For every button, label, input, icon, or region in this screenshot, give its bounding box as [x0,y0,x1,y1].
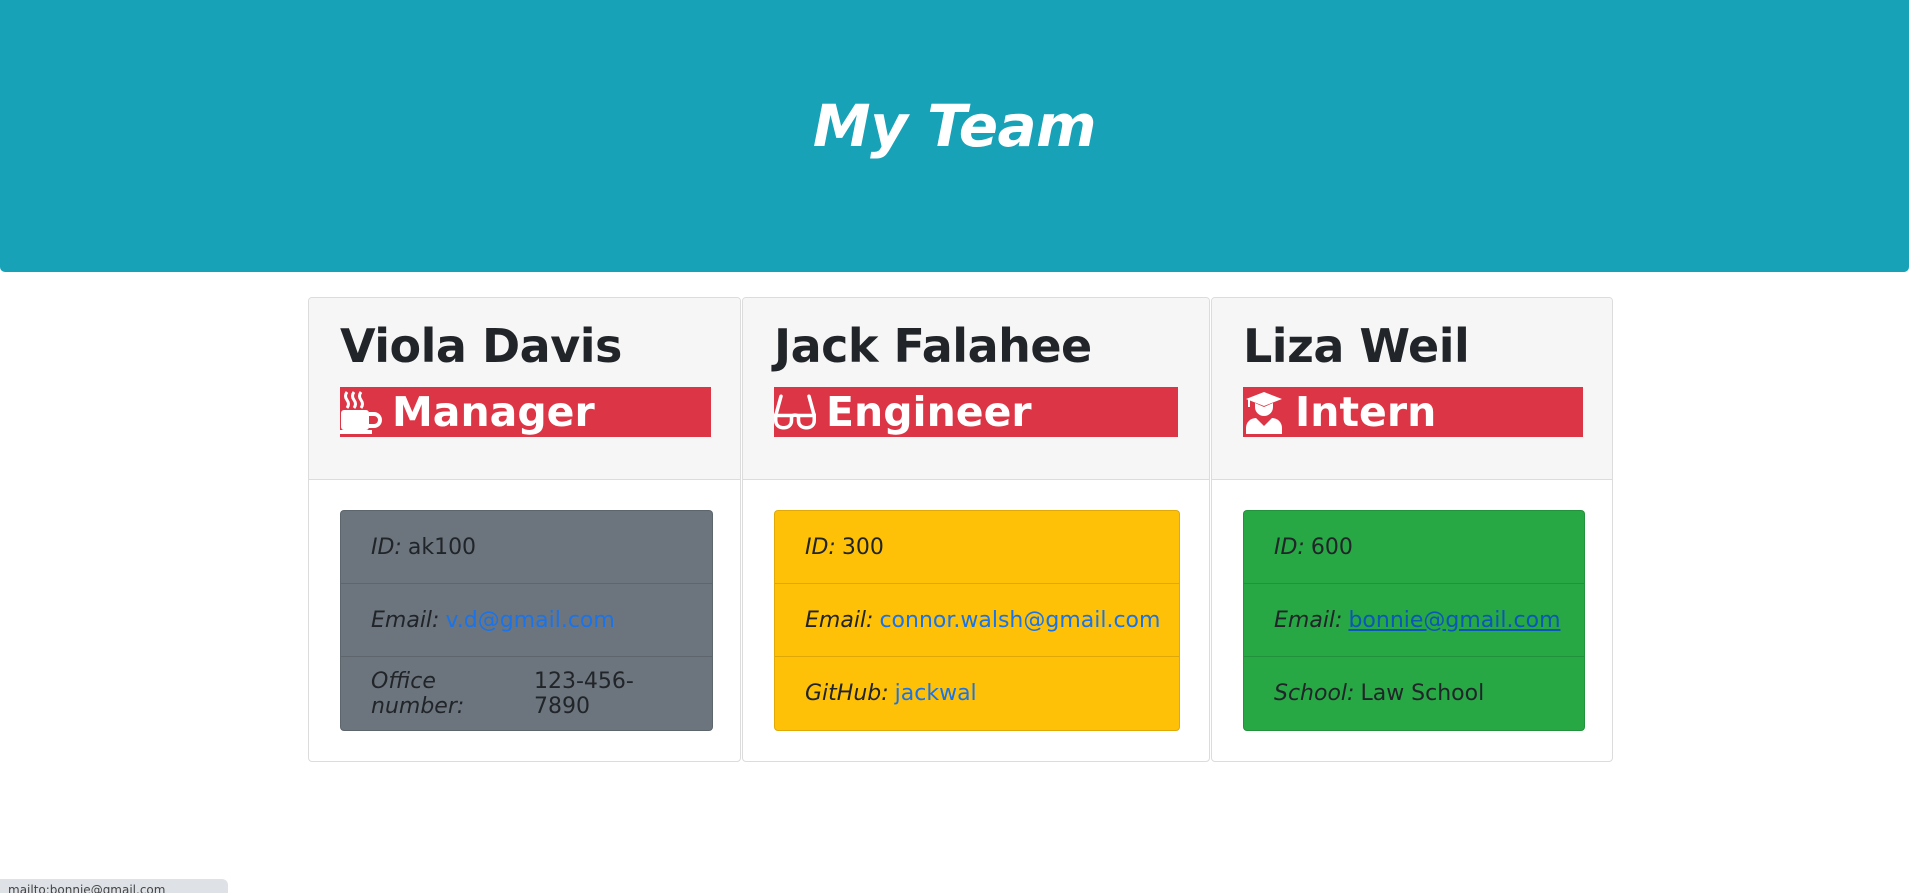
email-link[interactable]: v.d@gmail.com [445,608,614,633]
email-link[interactable]: bonnie@gmail.com [1348,608,1560,633]
role-label: Manager [392,388,595,436]
card-body: ID: 600 Email: bonnie@gmail.com School: … [1212,480,1612,761]
page-title: My Team [812,92,1097,160]
id-item: ID: 300 [775,511,1179,584]
email-link[interactable]: connor.walsh@gmail.com [879,608,1160,633]
header-banner: My Team [0,0,1909,272]
id-item: ID: 600 [1244,511,1584,584]
coffee-mug-icon [340,390,382,434]
employee-card-manager: Viola Davis Manager ID: ak100 Email: v.d… [308,297,741,762]
employee-name: Jack Falahee [774,319,1092,373]
graduate-icon [1243,390,1285,434]
email-item: Email: bonnie@gmail.com [1244,584,1584,657]
email-item: Email: connor.walsh@gmail.com [775,584,1179,657]
id-value: ak100 [407,534,477,560]
employee-card-intern: Liza Weil Intern ID: 600 Email: bonnie@g… [1211,297,1613,762]
employee-card-engineer: Jack Falahee Engineer ID: 300 Email: con… [742,297,1210,762]
role-badge: Engineer [774,387,1178,437]
office-number-value: 123-456-7890 [533,668,634,719]
employee-name: Liza Weil [1243,319,1470,373]
role-badge: Manager [340,387,711,437]
team-cards: Viola Davis Manager ID: ak100 Email: v.d… [308,297,1614,762]
details-list: ID: 300 Email: connor.walsh@gmail.com Gi… [774,510,1180,731]
email-item: Email: v.d@gmail.com [341,584,712,657]
id-value: 300 [841,534,884,560]
employee-name: Viola Davis [340,319,622,373]
details-list: ID: ak100 Email: v.d@gmail.com Office nu… [340,510,713,731]
role-badge: Intern [1243,387,1583,437]
role-label: Engineer [826,388,1032,436]
office-number-item: Office number: 123-456-7890 [341,657,712,730]
id-item: ID: ak100 [341,511,712,584]
github-link[interactable]: jackwal [895,681,977,706]
school-item: School: Law School [1274,681,1485,706]
card-header: Jack Falahee Engineer [743,298,1209,480]
school-value: Law School [1360,681,1485,706]
id-value: 600 [1310,534,1353,560]
card-header: Liza Weil Intern [1212,298,1612,480]
glasses-icon [774,390,816,434]
details-list: ID: 600 Email: bonnie@gmail.com School: … [1243,510,1585,731]
github-item: GitHub: jackwal [805,681,977,706]
card-body: ID: 300 Email: connor.walsh@gmail.com Gi… [743,480,1209,761]
card-body: ID: ak100 Email: v.d@gmail.com Office nu… [309,480,740,761]
role-label: Intern [1295,388,1437,436]
card-header: Viola Davis Manager [309,298,740,480]
